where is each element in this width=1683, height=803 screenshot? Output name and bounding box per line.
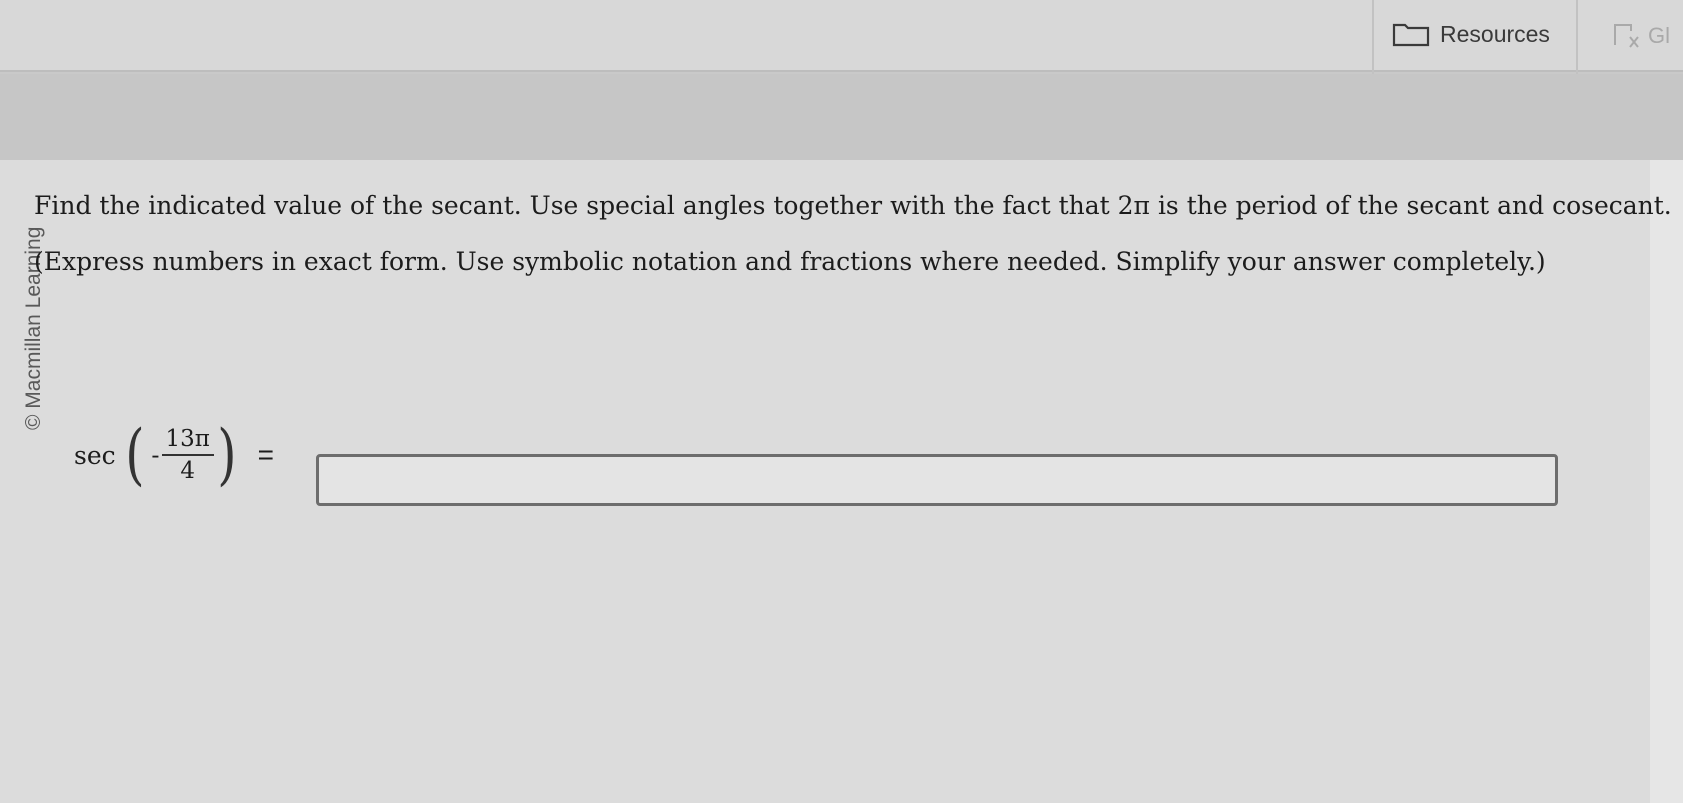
glossary-button[interactable]: Gl (1612, 14, 1670, 58)
math-expression: sec ( - 13π 4 ) = (74, 415, 274, 495)
folder-icon (1392, 23, 1430, 47)
fraction: 13π 4 (161, 426, 214, 484)
right-paren: ) (217, 416, 237, 493)
equals-sign: = (257, 439, 274, 470)
answer-input[interactable] (316, 454, 1558, 506)
glossary-icon (1614, 24, 1639, 48)
toolbar-divider (1372, 0, 1374, 78)
top-toolbar: Resources Gl (0, 0, 1683, 78)
question-line-2: (Express numbers in exact form. Use symb… (34, 247, 1546, 276)
fraction-denominator: 4 (180, 458, 196, 484)
scroll-strip (1650, 160, 1683, 803)
resources-label: Resources (1440, 20, 1550, 47)
header-band (0, 74, 1683, 164)
glossary-label: Gl (1648, 23, 1670, 48)
function-name: sec (74, 440, 116, 470)
question-line-1: Find the indicated value of the secant. … (34, 191, 1672, 220)
negative-sign: - (151, 441, 160, 469)
resources-button[interactable]: Resources (1392, 10, 1550, 58)
toolbar-divider (1576, 0, 1578, 78)
left-paren: ( (124, 416, 145, 493)
fraction-numerator: 13π (161, 426, 214, 456)
question-text: Find the indicated value of the secant. … (34, 178, 1672, 290)
